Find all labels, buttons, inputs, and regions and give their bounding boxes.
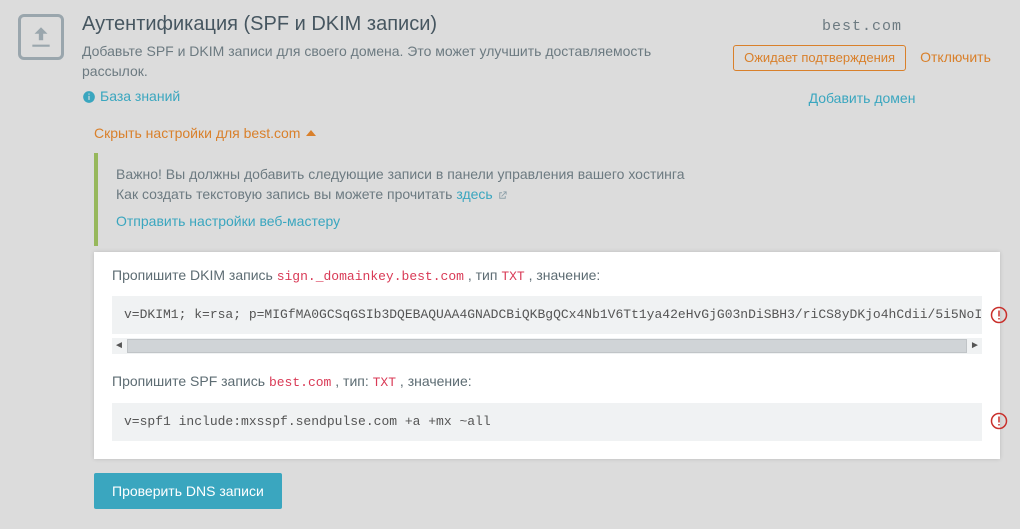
toggle-settings-link[interactable]: Скрыть настройки для best.com xyxy=(94,124,300,144)
page-title: Аутентификация (SPF и DKIM записи) xyxy=(82,10,704,38)
upload-icon xyxy=(18,14,64,60)
info-icon xyxy=(82,90,96,104)
chevron-up-icon xyxy=(306,130,316,136)
spf-label-prefix: Пропишите SPF запись xyxy=(112,373,269,389)
send-to-webmaster-link[interactable]: Отправить настройки веб-мастеру xyxy=(116,213,340,229)
status-badge: Ожидает подтверждения xyxy=(733,45,906,71)
spf-label-suffix: , значение: xyxy=(400,373,472,389)
warning-icon xyxy=(990,412,1008,430)
notice-line1: Важно! Вы должны добавить следующие запи… xyxy=(116,165,982,185)
dkim-value[interactable]: v=DKIM1; k=rsa; p=MIGfMA0GCSqGSIb3DQEBAQ… xyxy=(112,296,982,334)
scroll-right-icon[interactable]: ► xyxy=(968,339,982,353)
dkim-scrollbar[interactable]: ◄ ► xyxy=(112,338,982,354)
domain-name: best.com xyxy=(722,16,1002,37)
external-link-icon xyxy=(497,190,508,201)
dkim-record-name: sign._domainkey.best.com xyxy=(277,269,464,284)
kb-link-label: База знаний xyxy=(100,87,180,107)
kb-link[interactable]: База знаний xyxy=(82,87,180,107)
warning-icon xyxy=(990,306,1008,324)
records-card: Пропишите DKIM запись sign._domainkey.be… xyxy=(94,252,1000,459)
page-subtitle: Добавьте SPF и DKIM записи для своего до… xyxy=(82,42,704,81)
dkim-label-suffix: , значение: xyxy=(529,267,601,283)
notice-line2-prefix: Как создать текстовую запись вы можете п… xyxy=(116,186,456,202)
spf-record-name: best.com xyxy=(269,375,331,390)
dkim-label-prefix: Пропишите DKIM запись xyxy=(112,267,277,283)
scroll-left-icon[interactable]: ◄ xyxy=(112,339,126,353)
check-dns-button[interactable]: Проверить DNS записи xyxy=(94,473,282,509)
dkim-record-type: TXT xyxy=(501,269,524,284)
disable-link[interactable]: Отключить xyxy=(920,48,991,68)
spf-value[interactable]: v=spf1 include:mxsspf.sendpulse.com +a +… xyxy=(112,403,982,441)
spf-label-mid: , тип: xyxy=(335,373,372,389)
add-domain-link[interactable]: Добавить домен xyxy=(809,90,916,106)
spf-record-type: TXT xyxy=(373,375,396,390)
dkim-label-mid: , тип xyxy=(468,267,501,283)
scroll-track[interactable] xyxy=(127,339,967,353)
notice-block: Важно! Вы должны добавить следующие запи… xyxy=(94,153,1000,246)
toggle-settings-label: Скрыть настройки для best.com xyxy=(94,125,300,141)
notice-here-link[interactable]: здесь xyxy=(456,186,492,202)
